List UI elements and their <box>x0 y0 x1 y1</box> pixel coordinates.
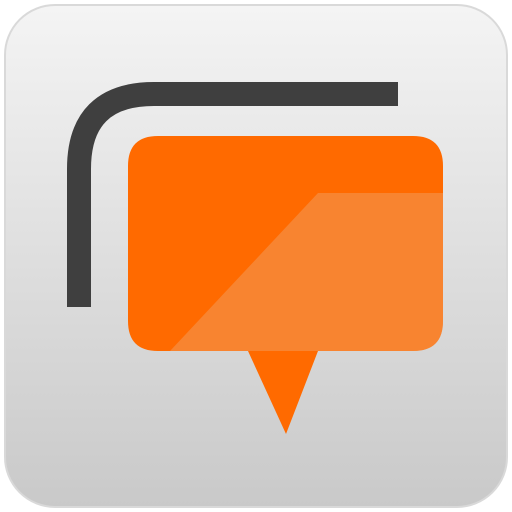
stacked-chat-bubbles-icon[interactable] <box>0 0 512 512</box>
app-icon-stage <box>0 0 512 512</box>
